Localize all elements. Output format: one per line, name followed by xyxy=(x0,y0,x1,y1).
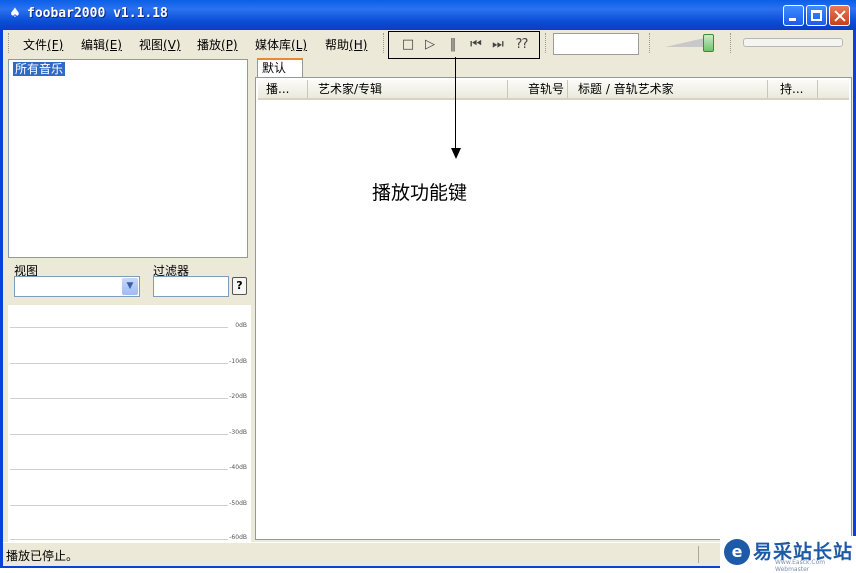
vu-meter: 0dB -10dB -20dB -30dB -40dB -50dB -60dB xyxy=(8,305,251,542)
close-button[interactable] xyxy=(829,5,850,26)
menu-file[interactable]: 文件(F) xyxy=(23,36,63,53)
menu-file-label: 文件 xyxy=(23,38,48,52)
next-icon: ⏭ xyxy=(492,37,504,52)
filter-input[interactable] xyxy=(153,276,229,297)
menu-playback[interactable]: 播放(P) xyxy=(197,36,238,53)
volume-grip[interactable] xyxy=(649,33,653,53)
menu-playback-label: 播放 xyxy=(197,38,222,52)
random-button[interactable]: ⁇ xyxy=(514,37,530,53)
annotation-label: 播放功能键 xyxy=(372,182,468,204)
vu-gridline xyxy=(10,539,228,540)
menu-help[interactable]: 帮助(H) xyxy=(325,36,367,53)
playlist-view[interactable]: 播... 艺术家/专辑 音轨号 标题 / 音轨艺术家 持... xyxy=(255,77,852,540)
menu-view[interactable]: 视图(V) xyxy=(139,36,181,53)
library-root-item[interactable]: 所有音乐 xyxy=(13,62,66,76)
play-icon: ▷ xyxy=(425,37,435,52)
foobar-app-icon: ♠ xyxy=(9,6,21,21)
left-pane: 所有音乐 视图 过滤器 ▼ ? 0dB -10dB -20dB -30dB -4… xyxy=(6,57,251,542)
watermark-subtext: Www.Easck.Com Webmaster xyxy=(775,559,826,573)
stop-icon: □ xyxy=(401,37,415,52)
playback-order-dropdown[interactable] xyxy=(553,33,639,55)
view-select[interactable]: ▼ xyxy=(14,276,140,297)
watermark: e 易采站长站 Www.Easck.Com Webmaster xyxy=(720,536,856,573)
menu-edit-label: 编辑 xyxy=(81,38,106,52)
maximize-icon xyxy=(807,6,826,25)
menu-help-label: 帮助 xyxy=(325,38,350,52)
previous-icon: ⏮ xyxy=(470,37,482,52)
controls-grip[interactable] xyxy=(383,33,387,53)
menu-file-key: (F) xyxy=(47,38,64,52)
annotation-arrowhead xyxy=(451,148,461,159)
library-tree[interactable]: 所有音乐 xyxy=(8,59,248,258)
minimize-button[interactable] xyxy=(783,5,804,26)
toolbar: 文件(F) 编辑(E) 视图(V) 播放(P) 媒体库(L) 帮助(H) □ ▷… xyxy=(3,30,853,59)
vu-gridline xyxy=(10,434,228,435)
foobar-window: ♠ foobar2000 v1.1.18 文件(F) 编辑(E) 视图(V) 播… xyxy=(0,0,856,568)
vu-gridline xyxy=(10,363,228,364)
vu-tick: -60dB xyxy=(229,534,247,541)
next-button[interactable]: ⏭ xyxy=(490,37,506,53)
vu-gridline xyxy=(10,398,228,399)
menu-playback-key: (P) xyxy=(221,38,238,52)
vu-tick: -10dB xyxy=(229,358,247,365)
volume-slider[interactable] xyxy=(663,33,719,55)
column-track-no[interactable]: 音轨号 xyxy=(508,80,568,98)
stop-button[interactable]: □ xyxy=(400,37,416,53)
vu-tick: -30dB xyxy=(229,429,247,436)
watermark-logo-icon: e xyxy=(724,539,750,565)
menu-library-label: 媒体库 xyxy=(255,38,292,52)
minimize-icon xyxy=(784,6,803,25)
tab-default[interactable]: 默认 xyxy=(257,58,303,77)
column-playing[interactable]: 播... xyxy=(258,80,308,98)
vu-tick: -40dB xyxy=(229,464,247,471)
maximize-button[interactable] xyxy=(806,5,827,26)
menu-edit-key: (E) xyxy=(105,38,122,52)
column-artist-album[interactable]: 艺术家/专辑 xyxy=(308,80,508,98)
menu-view-label: 视图 xyxy=(139,38,164,52)
random-icon: ⁇ xyxy=(516,37,528,52)
menu-edit[interactable]: 编辑(E) xyxy=(81,36,122,53)
column-title[interactable]: 标题 / 音轨艺术家 xyxy=(568,80,768,98)
menu-view-key: (V) xyxy=(163,38,181,52)
vu-tick: -50dB xyxy=(229,500,247,507)
window-title: foobar2000 v1.1.18 xyxy=(27,6,168,21)
volume-thumb[interactable] xyxy=(703,34,714,52)
chevron-down-icon[interactable]: ▼ xyxy=(122,278,138,295)
close-icon xyxy=(830,6,849,25)
menu-grip[interactable] xyxy=(8,33,12,53)
pause-icon: ‖ xyxy=(449,37,457,52)
filter-help-button[interactable]: ? xyxy=(232,277,247,295)
vu-tick: -20dB xyxy=(229,393,247,400)
status-text: 播放已停止。 xyxy=(6,549,79,563)
seek-bar[interactable] xyxy=(743,38,843,47)
vu-tick: 0dB xyxy=(235,322,247,329)
status-separator xyxy=(698,546,699,563)
playback-controls: □ ▷ ‖ ⏮ ⏭ ⁇ xyxy=(388,31,540,59)
seekbar-grip[interactable] xyxy=(730,33,734,53)
vu-gridline xyxy=(10,469,228,470)
right-pane: 默认 播... 艺术家/专辑 音轨号 标题 / 音轨艺术家 持... xyxy=(255,57,853,542)
menu-library-key: (L) xyxy=(291,38,308,52)
vu-gridline xyxy=(10,505,228,506)
title-bar[interactable]: ♠ foobar2000 v1.1.18 xyxy=(0,0,856,30)
vu-gridline xyxy=(10,327,228,328)
seek-grip[interactable] xyxy=(545,33,549,53)
playlist-header: 播... 艺术家/专辑 音轨号 标题 / 音轨艺术家 持... xyxy=(258,80,849,100)
previous-button[interactable]: ⏮ xyxy=(468,37,484,53)
annotation-arrow xyxy=(455,57,456,150)
menu-help-key: (H) xyxy=(349,38,368,52)
pause-button[interactable]: ‖ xyxy=(445,37,461,53)
menu-library[interactable]: 媒体库(L) xyxy=(255,36,307,53)
column-duration[interactable]: 持... xyxy=(768,80,818,98)
play-button[interactable]: ▷ xyxy=(422,37,438,53)
